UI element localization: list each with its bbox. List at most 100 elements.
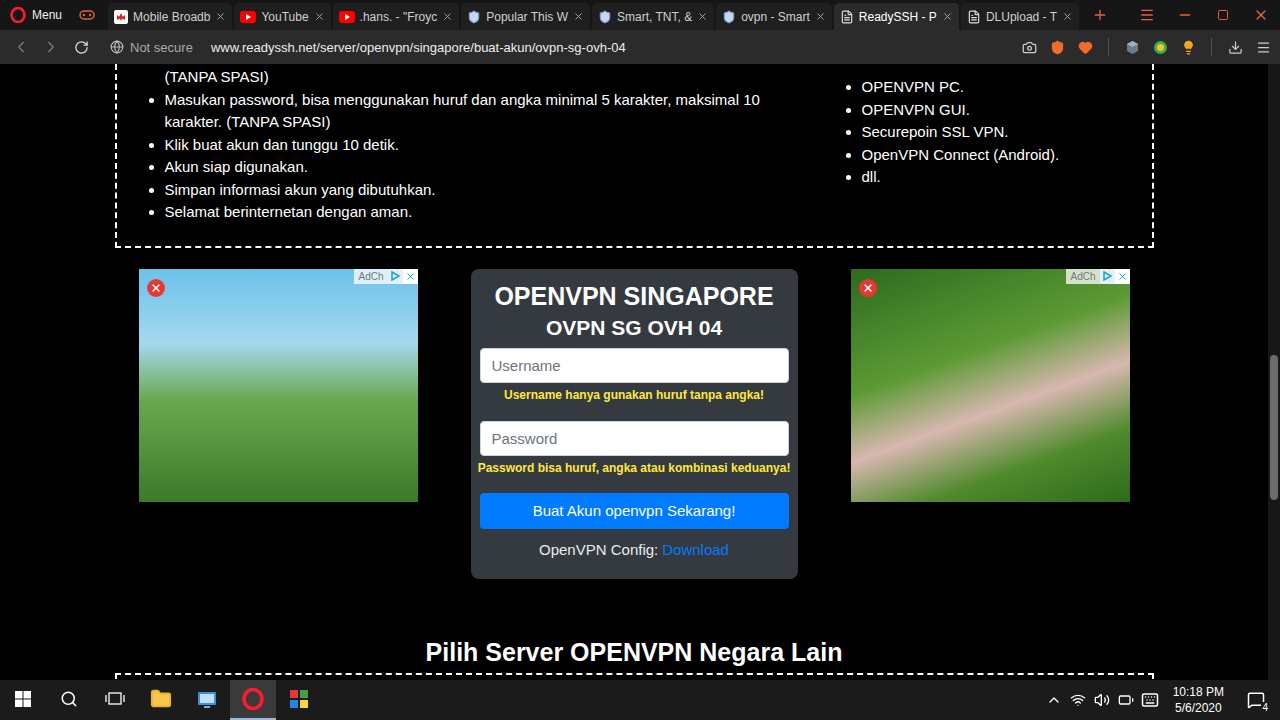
password-input[interactable] (480, 421, 789, 456)
bookmark-button[interactable] (1074, 34, 1096, 60)
downloads-button[interactable] (1224, 34, 1246, 60)
window-controls (1128, 0, 1280, 30)
menu-icon (1256, 40, 1271, 55)
new-tab-button[interactable] (1085, 0, 1115, 30)
ad-close-button[interactable] (1115, 269, 1130, 284)
ad-choices[interactable]: AdCh (1066, 269, 1129, 284)
page-viewport: (TANPA SPASI)Masukan password, bisa meng… (0, 64, 1280, 680)
menu-button[interactable]: Menu (6, 0, 70, 30)
instruction-item: (TANPA SPASI) (165, 66, 805, 89)
restore-button[interactable] (1204, 0, 1242, 30)
browser-tab[interactable]: Popular This W (461, 3, 590, 30)
extension-button[interactable] (1177, 34, 1199, 60)
close-icon (442, 11, 453, 22)
ad-choices-button[interactable] (1100, 269, 1115, 284)
opera-logo-icon (10, 7, 26, 23)
client-item: dll. (862, 166, 1144, 189)
keyboard-icon (1141, 691, 1159, 709)
easy-setup-button[interactable] (1128, 0, 1166, 30)
ad-banner[interactable]: AdCh (851, 269, 1130, 502)
notification-button[interactable]: 4 (1236, 680, 1276, 720)
browser-tab[interactable]: YouTube (234, 3, 330, 30)
minimize-button[interactable] (1166, 0, 1204, 30)
gamepad-icon (79, 9, 95, 21)
wifi-icon (1070, 692, 1086, 708)
tray-overflow-button[interactable] (1043, 680, 1065, 720)
browser-tab[interactable]: Mobile Broadb (108, 3, 232, 30)
browser-tab[interactable]: ReadySSH - P (834, 3, 959, 30)
keyboard-button[interactable] (1139, 680, 1161, 720)
taskbar-app[interactable] (276, 680, 322, 720)
back-icon (12, 38, 30, 56)
tab-close-button[interactable] (697, 11, 708, 22)
ad-banner[interactable]: AdCh (139, 269, 418, 502)
ad-choices[interactable]: AdCh (354, 269, 417, 284)
shield-icon (598, 10, 612, 24)
start-button[interactable] (0, 680, 46, 720)
forward-button[interactable] (36, 33, 66, 61)
scrollbar[interactable] (1268, 64, 1280, 680)
tab-strip: Mobile BroadbYouTube.hans. - "FroycPopul… (108, 0, 1079, 30)
browser-tab[interactable]: .hans. - "Froyc (333, 3, 460, 30)
clock[interactable]: 10:18 PM5/6/2020 (1163, 684, 1234, 716)
ad-choices-button[interactable] (388, 269, 403, 284)
instruction-list: (TANPA SPASI)Masukan password, bisa meng… (125, 66, 805, 224)
scrollbar-thumb[interactable] (1270, 355, 1278, 500)
screen: MenuMobile BroadbYouTube.hans. - "FroycP… (0, 0, 1280, 720)
extension-button[interactable] (1149, 34, 1171, 60)
page-icon (840, 10, 854, 24)
reload-button[interactable] (66, 33, 96, 61)
tab-close-button[interactable] (442, 11, 453, 22)
task-view-button[interactable] (92, 680, 138, 720)
username-input[interactable] (480, 348, 789, 383)
taskbar-app[interactable] (138, 680, 184, 720)
ad-close-button[interactable] (403, 269, 418, 284)
tab-close-button[interactable] (314, 11, 325, 22)
ad-dismiss-button[interactable] (147, 279, 165, 297)
adblock-button[interactable] (1046, 34, 1068, 60)
close-icon (815, 11, 826, 22)
battery-button[interactable] (1115, 680, 1137, 720)
instruction-item: Simpan informasi akun yang dibutuhkan. (165, 179, 805, 202)
taskbar-app[interactable] (230, 680, 276, 720)
browser-tab[interactable]: ovpn - Smart (716, 3, 832, 30)
server-list-box (115, 673, 1154, 681)
tab-close-button[interactable] (1062, 11, 1073, 22)
url-field[interactable]: Not securewww.readyssh.net/server/openvp… (96, 33, 1018, 61)
tab-close-button[interactable] (942, 11, 953, 22)
search-button[interactable] (46, 680, 92, 720)
extension-button[interactable] (1121, 34, 1143, 60)
chevron-up-icon (1046, 692, 1062, 708)
create-account-button[interactable]: Buat Akun openvpn Sekarang! (480, 493, 789, 529)
close-icon (1253, 7, 1269, 23)
field-hint: Password bisa huruf, angka atau kombinas… (478, 459, 791, 477)
tab-close-button[interactable] (215, 11, 226, 22)
web-page: (TANPA SPASI)Masukan password, bisa meng… (0, 64, 1268, 680)
client-item: Securepoin SSL VPN. (862, 121, 1144, 144)
config-download-link[interactable]: Download (662, 540, 729, 560)
back-button[interactable] (6, 33, 36, 61)
volume-button[interactable] (1091, 680, 1113, 720)
shield-icon (467, 10, 481, 24)
system-tray: 10:18 PM5/6/20204 (1043, 680, 1280, 720)
taskbar-app[interactable] (184, 680, 230, 720)
snapshot-button[interactable] (1018, 34, 1040, 60)
task-view-icon (105, 690, 125, 708)
url-text: www.readyssh.net/server/openvpn/singapor… (211, 40, 626, 55)
close-icon (314, 11, 325, 22)
easy-setup-icon (1139, 7, 1155, 23)
ad-dismiss-button[interactable] (859, 279, 877, 297)
youtube-icon (240, 11, 256, 23)
toolbar-icons (1018, 34, 1274, 60)
browser-tab[interactable]: Smart, TNT, & (592, 3, 714, 30)
close-window-button[interactable] (1242, 0, 1280, 30)
pinned-tab[interactable] (70, 0, 104, 30)
close-icon (150, 282, 162, 294)
network-button[interactable] (1067, 680, 1089, 720)
page-icon (967, 10, 981, 24)
form-subtitle: OVPN SG OVH 04 (546, 315, 722, 341)
tab-close-button[interactable] (815, 11, 826, 22)
tab-close-button[interactable] (573, 11, 584, 22)
browser-tab[interactable]: DLUpload - T (961, 3, 1079, 30)
browser-menu-button[interactable] (1252, 34, 1274, 60)
